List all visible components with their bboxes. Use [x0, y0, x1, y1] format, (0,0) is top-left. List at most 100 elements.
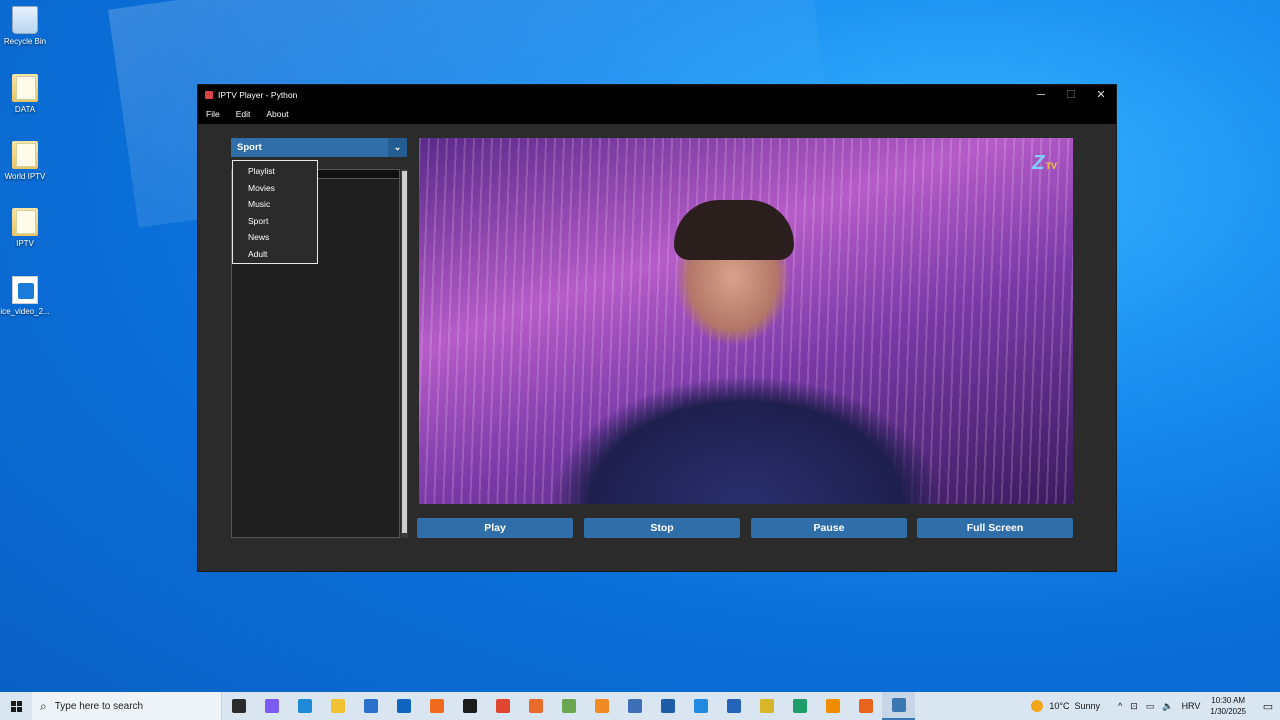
video-frame-content [674, 200, 794, 260]
chevron-down-icon[interactable]: ⌄ [388, 138, 407, 157]
taskbar-app-app-blue-circle[interactable] [651, 692, 684, 720]
taskbar-app-vlc[interactable] [816, 692, 849, 720]
dropdown-option-music[interactable]: Music [233, 196, 317, 213]
taskbar-app-chrome[interactable] [486, 692, 519, 720]
dropdown-option-movies[interactable]: Movies [233, 180, 317, 197]
search-placeholder: Type here to search [54, 700, 144, 712]
pinned-apps [222, 692, 915, 720]
taskbar-app-file-explorer[interactable] [321, 692, 354, 720]
task-view-icon [231, 699, 246, 713]
taskbar-search[interactable]: ⌕ Type here to search [32, 692, 222, 720]
app-orange-square-icon [858, 699, 873, 713]
desktop-icon-label: Recycle Bin [3, 37, 47, 46]
taskbar-app-notepad-plus[interactable] [552, 692, 585, 720]
menu-about[interactable]: About [264, 109, 290, 119]
language-indicator[interactable]: HRV [1182, 701, 1201, 711]
title-bar[interactable]: IPTV Player - Python ─ ☐ ✕ [198, 85, 1116, 104]
menu-edit[interactable]: Edit [234, 109, 253, 119]
taskbar-app-app-yellow[interactable] [750, 692, 783, 720]
taskbar-app-python[interactable] [882, 692, 915, 720]
taskbar-app-edge[interactable] [288, 692, 321, 720]
folder-icon [12, 141, 38, 169]
desktop-icon-label: IPTV [16, 239, 34, 248]
channel-logo-mark: Z [1032, 152, 1045, 174]
weather-widget[interactable]: 10°C Sunny [1031, 700, 1100, 712]
copilot-icon [264, 699, 279, 713]
app-list-icon [726, 699, 741, 713]
taskbar-app-app-list[interactable] [717, 692, 750, 720]
desktop-icon-iptv[interactable]: IPTV [0, 208, 50, 248]
weather-temp: 10°C [1049, 701, 1070, 711]
video-player[interactable]: ZTV [419, 138, 1073, 504]
channel-list-scrollbar[interactable] [401, 169, 408, 538]
taskbar-app-task-view[interactable] [222, 692, 255, 720]
app-hex-icon [627, 699, 642, 713]
taskbar-app-vscode[interactable] [684, 692, 717, 720]
taskbar-app-pycharm[interactable] [783, 692, 816, 720]
scrollbar-thumb[interactable] [402, 171, 407, 533]
close-button[interactable]: ✕ [1086, 85, 1116, 104]
dropdown-option-adult[interactable]: Adult [233, 246, 317, 263]
vlc-icon [825, 699, 840, 713]
category-dropdown-menu: Playlist Movies Music Sport News Adult [232, 160, 318, 264]
dropdown-option-playlist[interactable]: Playlist [233, 163, 317, 180]
iptv-player-window: IPTV Player - Python ─ ☐ ✕ File Edit Abo… [197, 84, 1117, 572]
volume-icon[interactable]: 🔈 [1162, 701, 1173, 712]
system-tray: 10°C Sunny ^ ⊡ ▭ 🔈 HRV 10:30 AM 1/30/202… [1031, 692, 1280, 720]
app-blue-circle-icon [660, 699, 675, 713]
firefox-icon [429, 699, 444, 713]
python-icon [891, 698, 906, 712]
chevron-up-icon[interactable]: ^ [1118, 701, 1122, 711]
stop-button[interactable]: Stop [584, 518, 740, 538]
desktop-icon-label: DATA [14, 105, 36, 114]
folder-icon [12, 74, 38, 102]
network-icon[interactable]: ▭ [1146, 701, 1155, 712]
taskbar-app-firefox[interactable] [420, 692, 453, 720]
taskbar-app-app-hex[interactable] [618, 692, 651, 720]
taskbar-app-xampp[interactable] [585, 692, 618, 720]
search-icon: ⌕ [40, 698, 47, 713]
pycharm-icon [792, 699, 807, 713]
desktop-icon-data[interactable]: DATA [0, 74, 50, 114]
desktop-icon-video[interactable]: ice_video_2... [0, 276, 50, 316]
desktop-icon-recycle-bin[interactable]: Recycle Bin [0, 6, 50, 46]
taskbar-app-copilot[interactable] [255, 692, 288, 720]
category-selected-value: Sport [237, 142, 262, 153]
pause-button[interactable]: Pause [751, 518, 907, 538]
category-select[interactable]: Sport ⌄ [231, 138, 407, 157]
taskbar-app-terminal[interactable] [453, 692, 486, 720]
desktop-icon-label: ice_video_2... [0, 307, 50, 316]
clock-date: 1/30/2025 [1210, 707, 1246, 716]
channel-logo-text: TV [1045, 161, 1057, 171]
clock-time: 10:30 AM [1211, 696, 1246, 705]
menu-file[interactable]: File [204, 109, 222, 119]
app-icon [205, 90, 213, 99]
weather-condition: Sunny [1074, 701, 1101, 711]
app-tray-icon[interactable]: ⊡ [1130, 701, 1138, 712]
recycle-bin-icon [12, 6, 38, 34]
dropdown-option-news[interactable]: News [233, 229, 317, 246]
terminal-icon [462, 699, 477, 713]
desktop-icon-label: World IPTV [4, 172, 46, 181]
channel-logo: ZTV [1032, 152, 1057, 175]
xampp-icon [594, 699, 609, 713]
maximize-button[interactable]: ☐ [1056, 85, 1086, 104]
notification-icon[interactable]: ▭ [1256, 700, 1280, 713]
window-controls: ─ ☐ ✕ [1026, 85, 1116, 104]
window-title: IPTV Player - Python [218, 89, 298, 100]
fullscreen-button[interactable]: Full Screen [917, 518, 1073, 538]
minimize-button[interactable]: ─ [1026, 85, 1056, 104]
desktop-icon-world-iptv[interactable]: World IPTV [0, 141, 50, 181]
taskbar-app-microsoft-store[interactable] [354, 692, 387, 720]
sun-icon [1031, 700, 1044, 712]
video-file-icon [12, 276, 38, 304]
taskbar-app-app-orange[interactable] [519, 692, 552, 720]
dropdown-option-sport[interactable]: Sport [233, 213, 317, 230]
start-button[interactable] [0, 692, 32, 720]
file-explorer-icon [330, 699, 345, 713]
menu-bar: File Edit About [198, 104, 1116, 124]
taskbar-app-app-orange-square[interactable] [849, 692, 882, 720]
play-button[interactable]: Play [417, 518, 573, 538]
clock[interactable]: 10:30 AM 1/30/2025 [1210, 695, 1246, 717]
taskbar-app-outlook[interactable] [387, 692, 420, 720]
